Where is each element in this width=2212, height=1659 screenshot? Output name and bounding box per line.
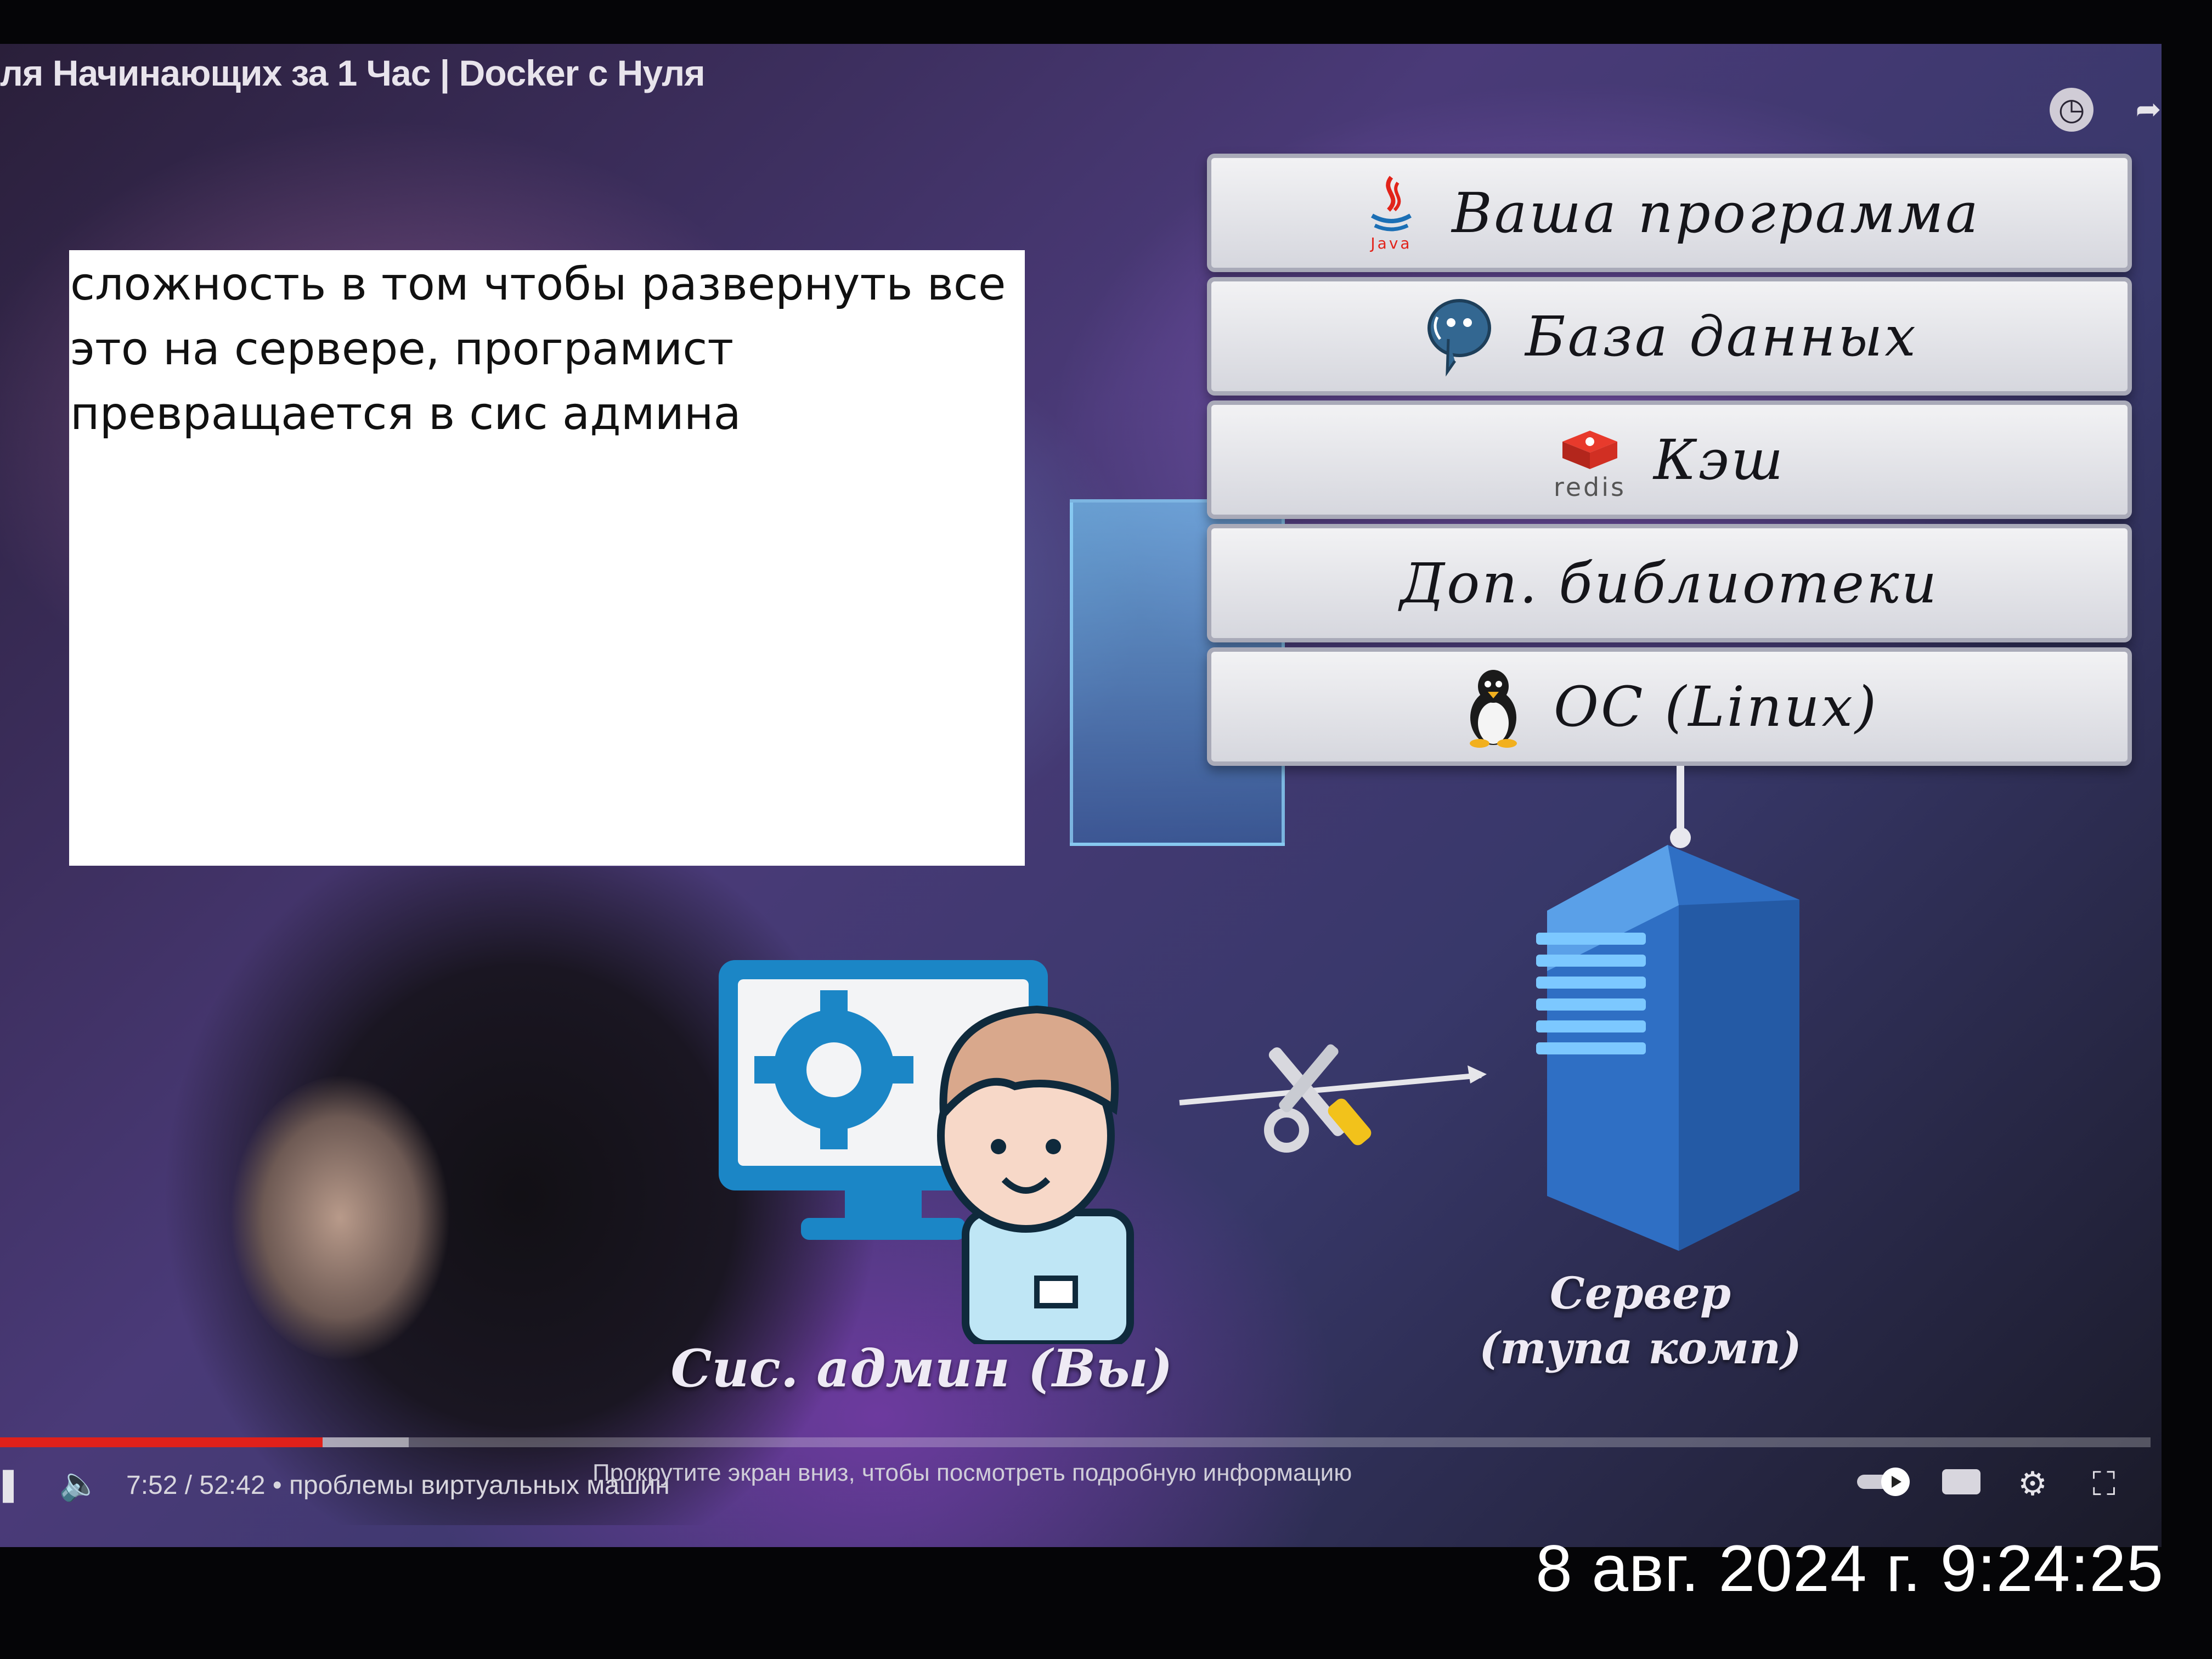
layer-label: Доп. библиотеки (1400, 551, 1939, 616)
layer-your-program: Java Ваша программа (1207, 154, 2132, 272)
subtitles-icon[interactable] (1937, 1465, 1986, 1503)
layer-label: База данных (1525, 304, 1918, 369)
java-icon: Java (1358, 172, 1424, 254)
stack-server-connector (1677, 766, 1684, 837)
video-title[interactable]: ля Начинающих за 1 Час | Docker с Нуля (0, 52, 706, 94)
progress-played (0, 1437, 323, 1447)
postgresql-icon (1421, 295, 1498, 377)
time-display: 7:52 / 52:42 • проблемы виртуальных маши… (126, 1470, 670, 1500)
svg-text:Java: Java (1370, 234, 1412, 252)
deploy-arrow (1179, 1044, 1487, 1153)
current-time: 7:52 / 52:42 (126, 1471, 266, 1500)
autoplay-toggle-icon[interactable] (1854, 1465, 1910, 1503)
layer-database: База данных (1207, 277, 2132, 396)
share-icon[interactable]: ➦ (2126, 88, 2170, 132)
player-controls: ❚ 🔈 7:52 / 52:42 • проблемы виртуальных … (0, 1459, 2162, 1525)
linux-penguin-icon (1460, 665, 1526, 748)
annotation-text: сложность в том чтобы развернуть все это… (70, 258, 1006, 440)
progress-bar[interactable] (0, 1437, 2151, 1447)
redis-icon: redis (1554, 420, 1626, 500)
presenter-hand (230, 1075, 461, 1361)
scroll-hint: Прокрутите экран вниз, чтобы посмотреть … (592, 1459, 1352, 1486)
photo-timestamp: 8 авг. 2024 г. 9:24:25 (1536, 1532, 2164, 1605)
server-icon (1536, 845, 1799, 1251)
sysadmin-caption: Сис. админ (Вы) (670, 1339, 1173, 1399)
clock-icon[interactable]: ◷ (2050, 88, 2094, 132)
layer-extra-libraries: Доп. библиотеки (1207, 524, 2132, 642)
layer-label: Ваша программа (1452, 180, 1980, 245)
server-caption-line1: Сервер (1550, 1267, 1731, 1319)
volume-icon[interactable]: 🔈 (55, 1465, 104, 1503)
layer-os-linux: ОС (Linux) (1207, 647, 2132, 766)
redis-logo-text: redis (1553, 472, 1627, 502)
layer-label: Кэш (1654, 427, 1786, 492)
admin-person-icon (937, 1005, 1134, 1344)
layer-cache: redis Кэш (1207, 400, 2132, 519)
fullscreen-icon[interactable]: ⛶ (2079, 1465, 2129, 1503)
layer-label: ОС (Linux) (1554, 674, 1878, 739)
sysadmin-illustration (719, 960, 1134, 1344)
server-caption-line2: (тупа комп) (1479, 1322, 1802, 1374)
play-pause-icon[interactable]: ❚ (0, 1465, 33, 1503)
settings-gear-icon[interactable]: ⚙ (2008, 1465, 2057, 1503)
